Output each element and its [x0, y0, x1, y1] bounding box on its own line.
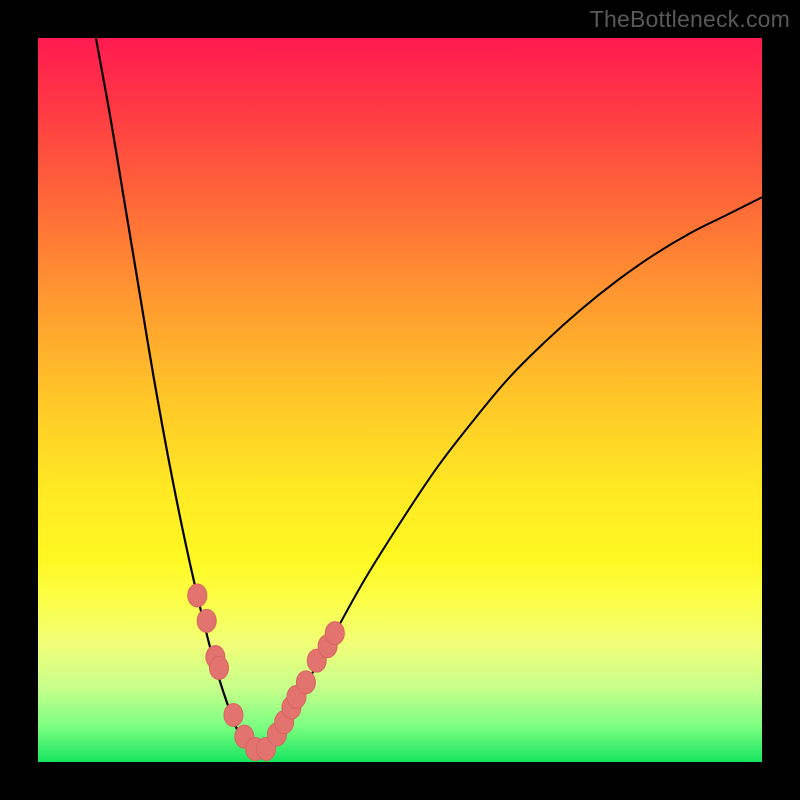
chart-frame: TheBottleneck.com: [0, 0, 800, 800]
marker-dot: [224, 703, 243, 726]
bottleneck-curve: [38, 38, 762, 762]
curve-right-branch: [255, 197, 762, 751]
marker-dot: [197, 609, 216, 632]
plot-area: [38, 38, 762, 762]
watermark-text: TheBottleneck.com: [590, 6, 790, 33]
marker-dot: [210, 656, 229, 679]
curve-markers: [188, 584, 345, 760]
marker-dot: [296, 671, 315, 694]
marker-dot: [188, 584, 207, 607]
curve-left-branch: [96, 38, 255, 751]
marker-dot: [325, 622, 344, 645]
